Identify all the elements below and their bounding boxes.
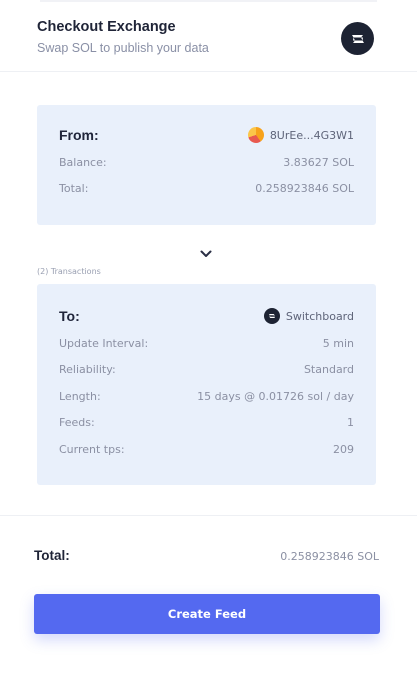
to-row: Length: 15 days @ 0.01726 sol / day — [59, 390, 354, 403]
to-card: To: Switchboard Update Interval: 5 min R… — [37, 284, 376, 485]
summary-divider — [0, 515, 417, 516]
to-row-label: Feeds: — [59, 416, 95, 429]
from-row-value: 3.83627 SOL — [283, 156, 354, 169]
to-row-value: 5 min — [322, 337, 354, 350]
total-value: 0.258923846 SOL — [280, 550, 379, 563]
page-subtitle: Swap SOL to publish your data — [37, 41, 209, 55]
wallet-avatar-icon — [247, 127, 264, 143]
total-label: Total: — [34, 548, 70, 563]
to-row-value: 15 days @ 0.01726 sol / day — [197, 390, 354, 403]
checkout-header: Checkout Exchange Swap SOL to publish yo… — [0, 0, 417, 72]
to-header-row: To: Switchboard — [59, 308, 354, 324]
to-row: Reliability: Standard — [59, 363, 354, 376]
to-row-value: 1 — [347, 416, 354, 429]
recipient-name: Switchboard — [285, 309, 354, 323]
to-row-label: Current tps: — [59, 443, 125, 456]
from-row-balance: Balance: 3.83627 SOL — [59, 156, 354, 169]
switchboard-logo-icon — [341, 22, 374, 55]
create-feed-button[interactable]: Create Feed — [34, 594, 380, 634]
from-header-row: From: 8UrEe...4G3W1 — [59, 127, 354, 143]
to-row: Update Interval: 5 min — [59, 337, 354, 350]
from-card: From: 8UrEe...4G3W1 Balance: 3.83627 SOL… — [37, 105, 376, 225]
to-row: Current tps: 209 — [59, 443, 354, 456]
to-heading: To: — [59, 308, 80, 324]
to-row: Feeds: 1 — [59, 416, 354, 429]
wallet-address-text: 8UrEe...4G3W1 — [269, 128, 354, 142]
to-row-label: Reliability: — [59, 363, 116, 376]
chevron-down-icon[interactable] — [198, 246, 214, 262]
to-row-label: Length: — [59, 390, 101, 403]
recipient: Switchboard — [263, 308, 354, 324]
page-title: Checkout Exchange — [37, 19, 176, 35]
from-row-value: 0.258923846 SOL — [255, 182, 354, 195]
to-row-value: Standard — [303, 363, 354, 376]
header-top-divider — [40, 0, 377, 2]
to-row-value: 209 — [333, 443, 354, 456]
from-heading: From: — [59, 127, 99, 143]
from-row-total: Total: 0.258923846 SOL — [59, 182, 354, 195]
from-row-label: Balance: — [59, 156, 107, 169]
from-row-label: Total: — [59, 182, 89, 195]
wallet-address[interactable]: 8UrEe...4G3W1 — [247, 127, 354, 143]
to-row-label: Update Interval: — [59, 337, 149, 350]
switchboard-logo-icon — [263, 308, 280, 324]
transactions-count: (2) Transactions — [37, 267, 101, 276]
